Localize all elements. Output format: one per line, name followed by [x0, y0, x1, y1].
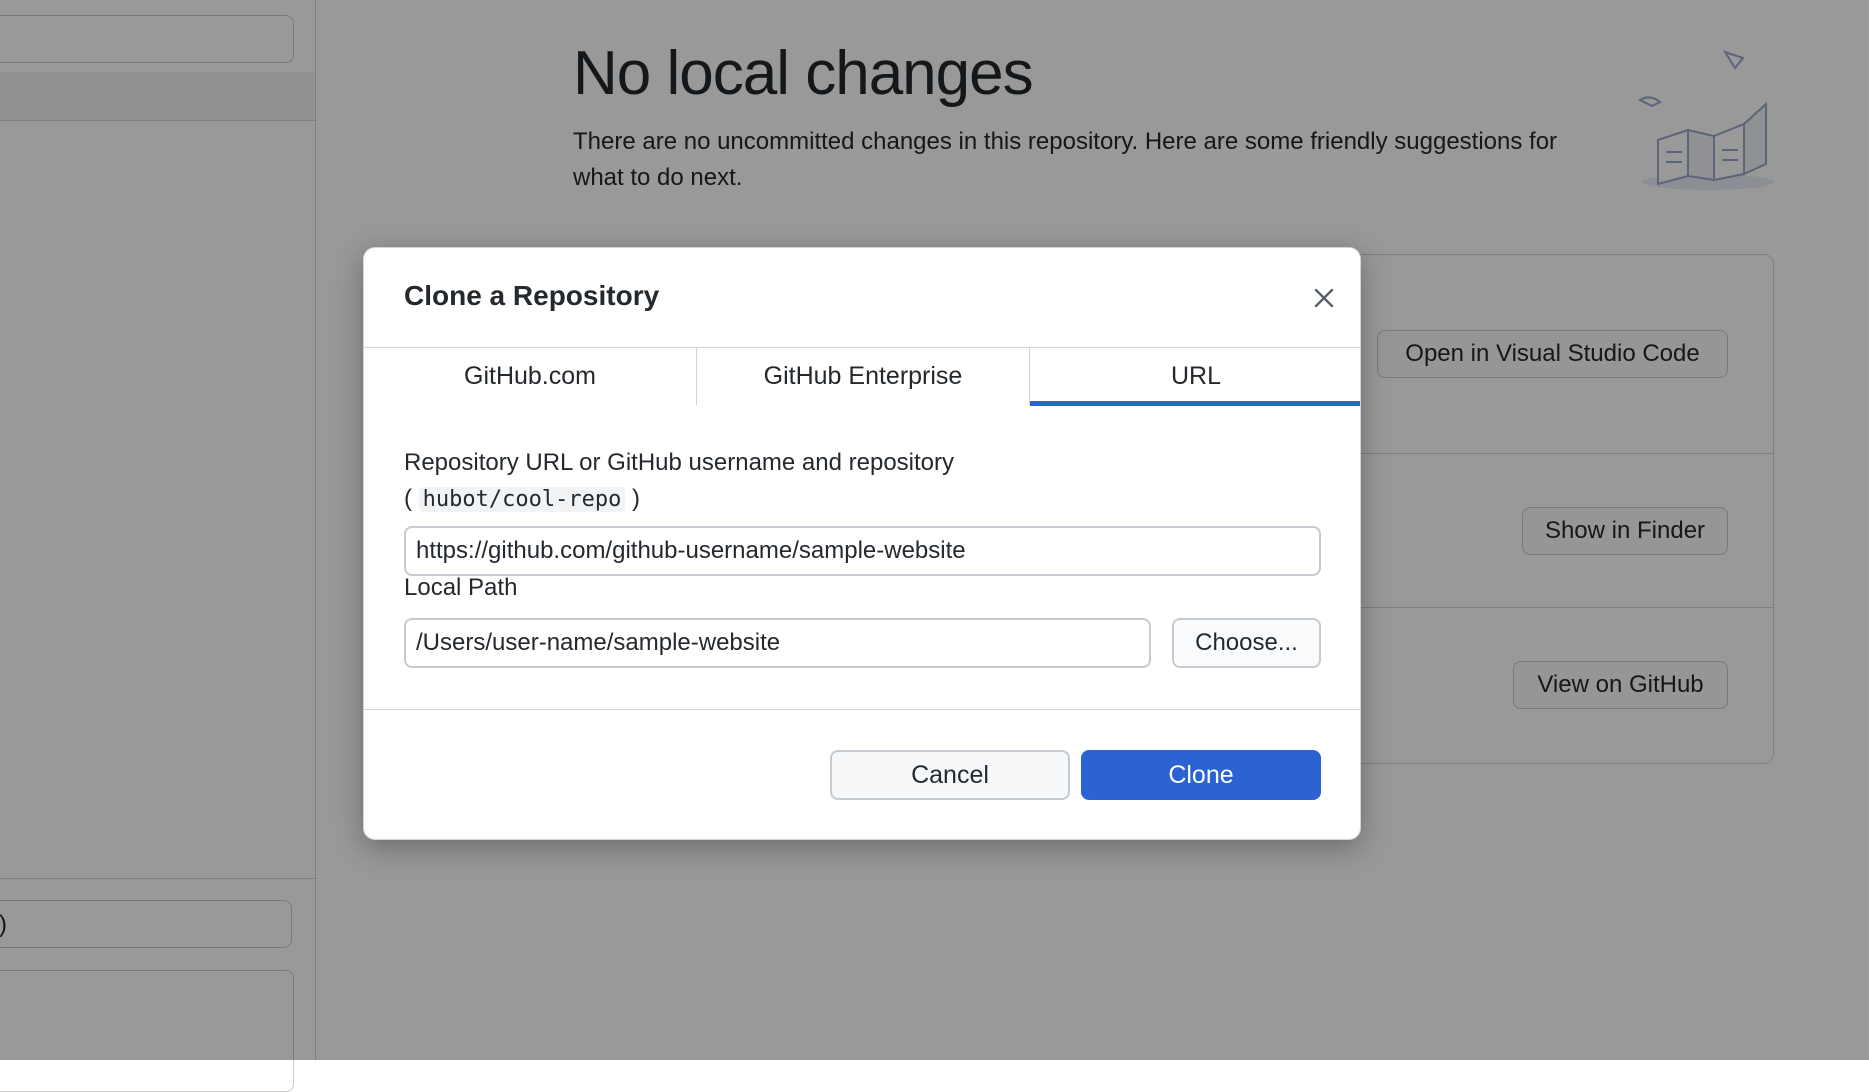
tab-bar: GitHub.com GitHub Enterprise URL — [364, 347, 1360, 406]
tab-github-com[interactable]: GitHub.com — [364, 348, 697, 405]
hint-open: ( — [404, 485, 412, 512]
local-path-input[interactable] — [404, 618, 1151, 668]
cancel-button[interactable]: Cancel — [830, 750, 1070, 800]
close-button[interactable] — [1304, 278, 1344, 318]
url-hint: ( hubot/cool-repo ) — [404, 481, 1304, 518]
close-icon — [1314, 288, 1334, 308]
dialog-title: Clone a Repository — [404, 280, 660, 311]
divider — [364, 709, 1360, 710]
repository-url-input[interactable] — [404, 526, 1321, 576]
tab-url[interactable]: URL — [1030, 348, 1360, 406]
clone-repository-dialog: Clone a Repository GitHub.com GitHub Ent… — [363, 247, 1361, 840]
url-field-label: Repository URL or GitHub username and re… — [404, 445, 1304, 518]
clone-button[interactable]: Clone — [1081, 750, 1321, 800]
local-path-label: Local Path — [404, 574, 518, 601]
url-label-text: Repository URL or GitHub username and re… — [404, 449, 955, 476]
choose-path-button[interactable]: Choose... — [1172, 618, 1321, 668]
hint-code: hubot/cool-repo — [418, 487, 626, 512]
hint-close: ) — [632, 485, 641, 512]
tab-github-enterprise[interactable]: GitHub Enterprise — [697, 348, 1030, 405]
